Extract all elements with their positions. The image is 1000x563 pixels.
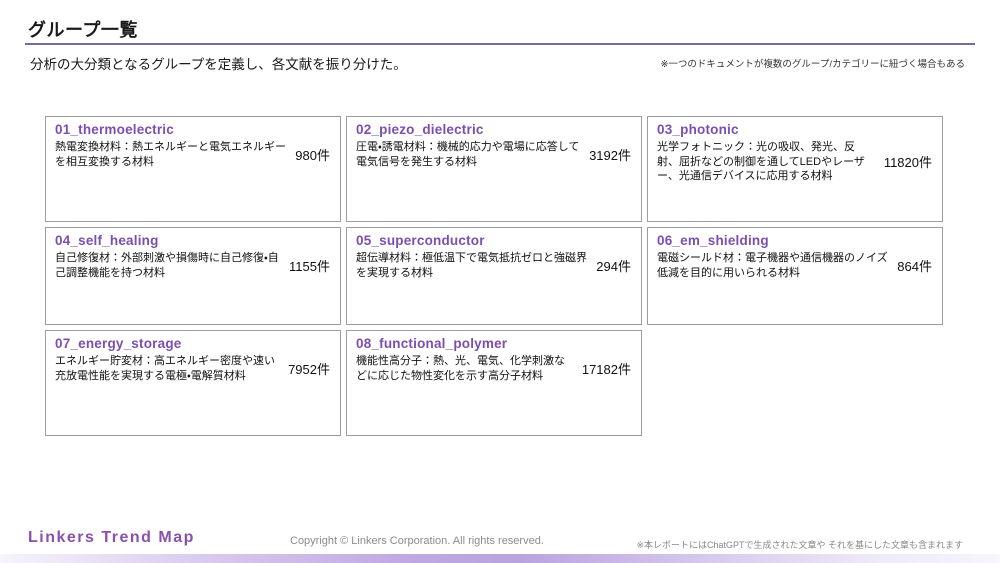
group-card-count: 17182件 — [574, 359, 631, 378]
group-card-title: 03_photonic — [657, 122, 932, 137]
group-card-body: エネルギー貯変材：高エネルギー密度や速い充放電性能を実現する電極・電解質材料 7… — [55, 354, 330, 383]
group-card-count: 7952件 — [280, 359, 330, 378]
group-card-count: 294件 — [588, 256, 631, 275]
group-card-count: 11820件 — [876, 152, 932, 171]
group-card-photonic: 03_photonic 光学フォトニック：光の吸収、発光、反射、屈折などの制御を… — [647, 116, 943, 222]
linkers-trend-map-logo: Linkers Trend Map — [28, 529, 195, 547]
group-card-body: 超伝導材料：極低温下で電気抵抗ゼロと強磁界を実現する材料 294件 — [356, 251, 631, 280]
group-card-title: 06_em_shielding — [657, 233, 932, 248]
group-card-count: 3192件 — [581, 145, 631, 164]
group-card-description: 光学フォトニック：光の吸収、発光、反射、屈折などの制御を通してLEDやレーザー、… — [657, 140, 876, 184]
group-card-title: 08_functional_polymer — [356, 336, 631, 351]
group-card-description: 圧電・誘電材料：機械的応力や電場に応答して電気信号を発生する材料 — [356, 140, 581, 169]
group-card-title: 05_superconductor — [356, 233, 631, 248]
page-title: グループ一覧 — [28, 16, 138, 42]
group-card-body: 機能性高分子：熱、光、電気、化学刺激などに応じた物性変化を示す高分子材料 171… — [356, 354, 631, 383]
group-card-body: 電磁シールド材：電子機器や通信機器のノイズ低減を目的に用いられる材料 864件 — [657, 251, 932, 280]
group-card-description: 熱電変換材料：熱エネルギーと電気エネルギーを相互変換する材料 — [55, 140, 287, 169]
group-card-count: 864件 — [889, 256, 932, 275]
page-subtitle: 分析の大分類となるグループを定義し、各文献を振り分けた。 — [30, 53, 407, 73]
title-divider-line — [25, 43, 975, 45]
group-card-count: 980件 — [287, 145, 330, 164]
footer-chatgpt-note: ※本レポートにはChatGPTで生成された文章や それを基にした文章も含まれます — [636, 538, 963, 551]
group-card-em-shielding: 06_em_shielding 電磁シールド材：電子機器や通信機器のノイズ低減を… — [647, 227, 943, 325]
group-card-body: 光学フォトニック：光の吸収、発光、反射、屈折などの制御を通してLEDやレーザー、… — [657, 140, 932, 184]
group-card-energy-storage: 07_energy_storage エネルギー貯変材：高エネルギー密度や速い充放… — [45, 330, 341, 436]
group-card-body: 圧電・誘電材料：機械的応力や電場に応答して電気信号を発生する材料 3192件 — [356, 140, 631, 169]
top-right-note: ※一つのドキュメントが複数のグループ/カテゴリーに紐づく場合もある — [660, 56, 965, 70]
group-card-title: 02_piezo_dielectric — [356, 122, 631, 137]
copyright-text: Copyright © Linkers Corporation. All rig… — [290, 535, 544, 547]
group-card-body: 熱電変換材料：熱エネルギーと電気エネルギーを相互変換する材料 980件 — [55, 140, 330, 169]
group-card-description: 超伝導材料：極低温下で電気抵抗ゼロと強磁界を実現する材料 — [356, 251, 588, 280]
group-card-piezo-dielectric: 02_piezo_dielectric 圧電・誘電材料：機械的応力や電場に応答し… — [346, 116, 642, 222]
group-card-title: 01_thermoelectric — [55, 122, 330, 137]
group-card-thermoelectric: 01_thermoelectric 熱電変換材料：熱エネルギーと電気エネルギーを… — [45, 116, 341, 222]
group-card-count: 1155件 — [281, 256, 330, 275]
group-card-title: 04_self_healing — [55, 233, 330, 248]
group-card-self-healing: 04_self_healing 自己修復材：外部刺激や損傷時に自己修復・自己調整… — [45, 227, 341, 325]
group-card-description: エネルギー貯変材：高エネルギー密度や速い充放電性能を実現する電極・電解質材料 — [55, 354, 280, 383]
group-card-superconductor: 05_superconductor 超伝導材料：極低温下で電気抵抗ゼロと強磁界を… — [346, 227, 642, 325]
group-card-description: 機能性高分子：熱、光、電気、化学刺激などに応じた物性変化を示す高分子材料 — [356, 354, 574, 383]
group-card-description: 自己修復材：外部刺激や損傷時に自己修復・自己調整機能を持つ材料 — [55, 251, 281, 280]
group-card-description: 電磁シールド材：電子機器や通信機器のノイズ低減を目的に用いられる材料 — [657, 251, 889, 280]
group-card-grid: 01_thermoelectric 熱電変換材料：熱エネルギーと電気エネルギーを… — [45, 116, 943, 436]
group-card-title: 07_energy_storage — [55, 336, 330, 351]
group-card-functional-polymer: 08_functional_polymer 機能性高分子：熱、光、電気、化学刺激… — [346, 330, 642, 436]
group-card-body: 自己修復材：外部刺激や損傷時に自己修復・自己調整機能を持つ材料 1155件 — [55, 251, 330, 280]
bottom-gradient-bar — [0, 554, 1000, 563]
